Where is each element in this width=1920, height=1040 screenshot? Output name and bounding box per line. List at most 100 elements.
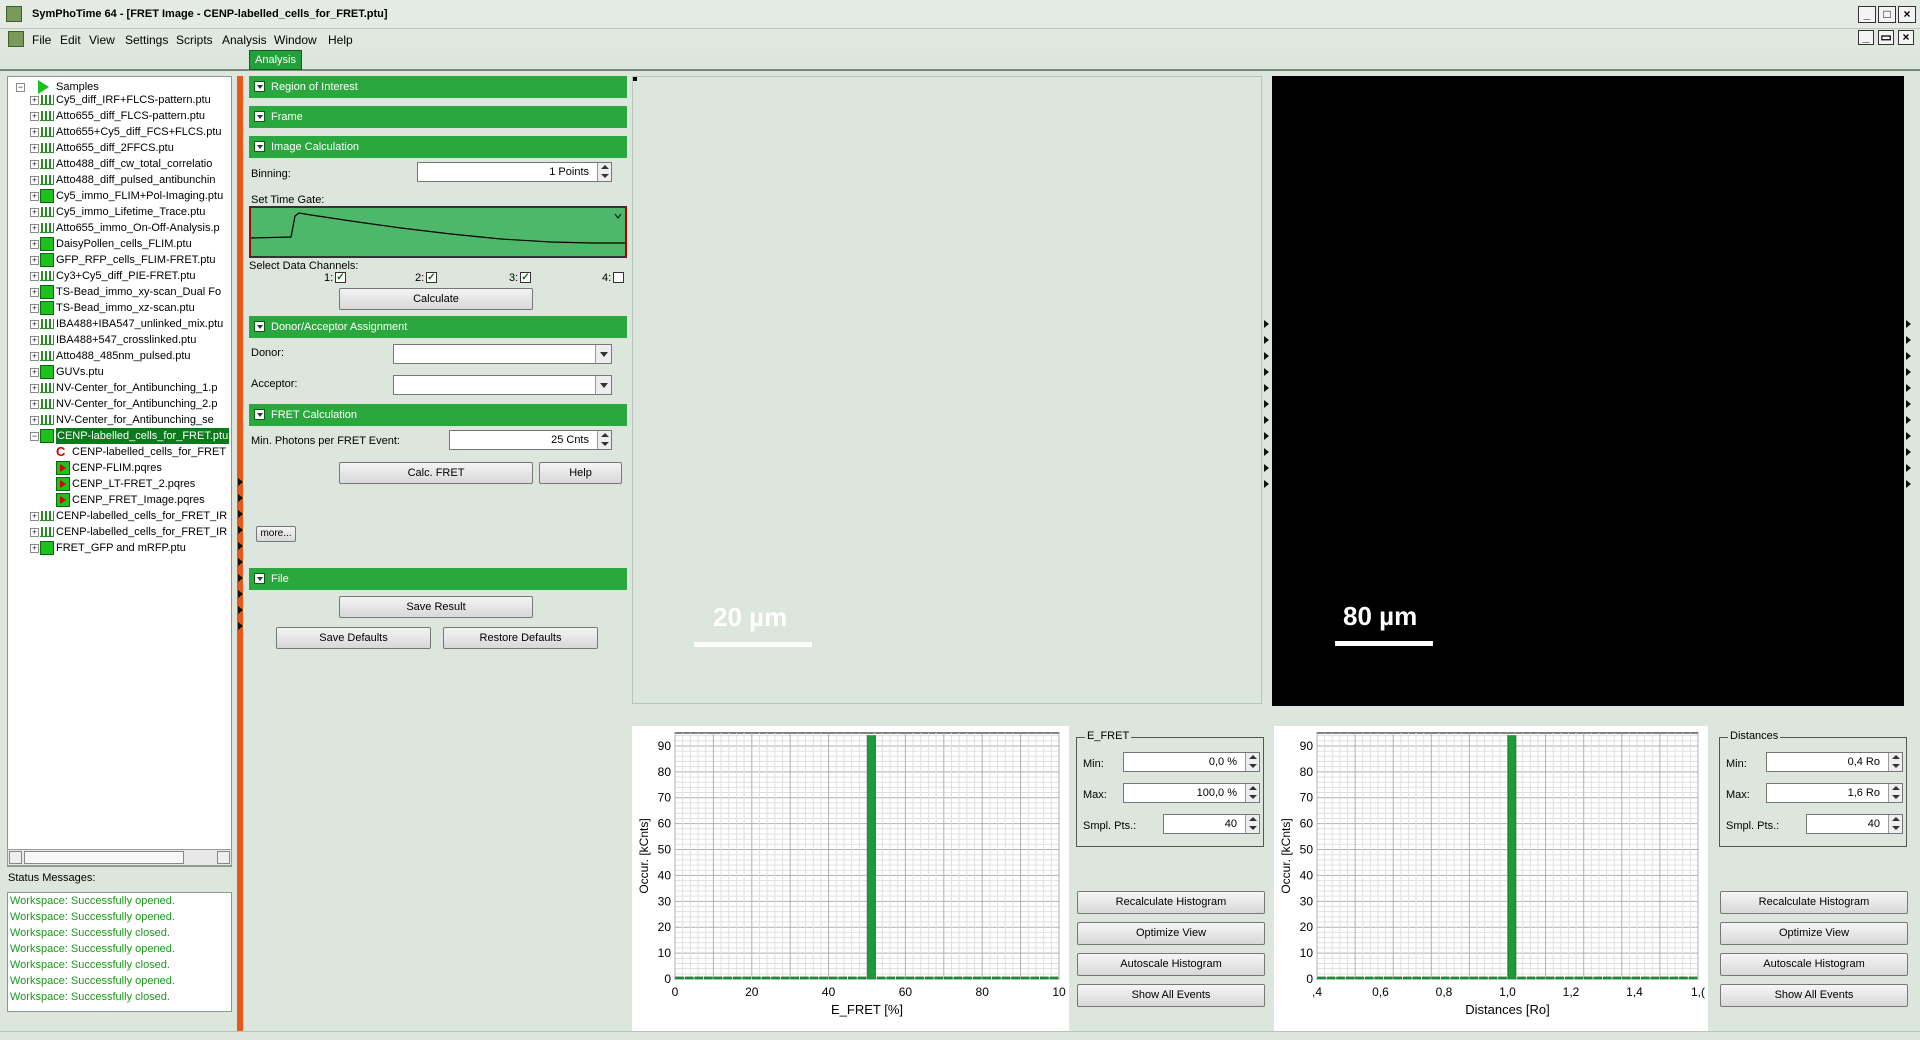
donor-select[interactable] [393,344,612,364]
collapse-toggle-icon[interactable] [254,111,265,122]
chevron-right-icon[interactable] [1906,464,1911,472]
spinner-arrows-icon[interactable] [1245,784,1259,802]
expand-icon[interactable]: + [30,256,39,265]
chevron-right-icon[interactable] [1264,368,1269,376]
chevron-right-icon[interactable] [1264,448,1269,456]
menu-window[interactable]: Window [270,31,321,49]
channel-4-checkbox[interactable] [613,272,624,283]
calc-fret-button[interactable]: Calc. FRET [339,462,533,484]
tree-item[interactable]: + FRET_GFP and mRFP.ptu [12,540,231,556]
channel-2-checkbox[interactable]: ✓ [426,272,437,283]
maximize-button[interactable]: □ [1878,6,1896,23]
chevron-right-icon[interactable] [1906,432,1911,440]
tab-analysis[interactable]: Analysis [249,50,302,70]
tree-item[interactable]: + Cy5_diff_IRF+FLCS-pattern.ptu [12,92,231,108]
tree-item[interactable]: CENP_FRET_Image.pqres [12,492,231,508]
chevron-right-icon[interactable] [238,558,243,566]
minimize-button[interactable]: _ [1858,6,1876,23]
splitter-bar[interactable] [237,76,243,1031]
menu-edit[interactable]: Edit [56,31,85,49]
expand-icon[interactable]: + [30,288,39,297]
tree-item[interactable]: CENP_LT-FRET_2.pqres [12,476,231,492]
tree-item[interactable]: + Atto488_diff_cw_total_correlatio [12,156,231,172]
scroll-left-icon[interactable] [9,851,22,864]
expand-icon[interactable]: + [30,272,39,281]
tree-item[interactable]: + Cy5_immo_FLIM+Pol-Imaging.ptu [12,188,231,204]
binning-spinner[interactable]: 1 Points [417,162,612,182]
spinner-arrows-icon[interactable] [1245,815,1259,833]
document-icon[interactable] [8,31,24,47]
chevron-right-icon[interactable] [238,494,243,502]
tree-item[interactable]: + CENP-labelled_cells_for_FRET_IR [12,524,231,540]
chevron-right-icon[interactable] [1264,352,1269,360]
chevron-right-icon[interactable] [1264,400,1269,408]
fret-image-view[interactable]: 20 µm [632,76,1262,704]
scroll-right-icon[interactable] [217,851,230,864]
mdi-minimize-button[interactable]: _ [1858,30,1874,45]
channel-3-checkbox[interactable]: ✓ [520,272,531,283]
tree-item[interactable]: CENP-FLIM.pqres [12,460,231,476]
restore-defaults-button[interactable]: Restore Defaults [443,627,598,649]
save-result-button[interactable]: Save Result [339,596,533,618]
expand-icon[interactable]: + [30,160,39,169]
app-icon[interactable] [6,6,22,22]
tree-item[interactable]: + TS-Bead_immo_xz-scan.ptu [12,300,231,316]
section-image-calculation[interactable]: Image Calculation [249,136,627,158]
spinner-arrows-icon[interactable] [1245,753,1259,771]
dist-optimize-button[interactable]: Optimize View [1720,922,1908,945]
expand-icon[interactable]: + [30,112,39,121]
collapse-icon[interactable]: − [16,83,25,92]
spinner-arrows-icon[interactable] [1888,815,1902,833]
collapse-toggle-icon[interactable] [254,81,265,92]
chevron-right-icon[interactable] [238,622,243,630]
tree-item[interactable]: + Atto655+Cy5_diff_FCS+FLCS.ptu [12,124,231,140]
chevron-right-icon[interactable] [238,574,243,582]
menu-scripts[interactable]: Scripts [172,31,217,49]
chevron-right-icon[interactable] [1906,336,1911,344]
tree-item[interactable]: + IBA488+IBA547_unlinked_mix.ptu [12,316,231,332]
tree-item[interactable]: + NV-Center_for_Antibunching_2.p [12,396,231,412]
min-photons-spinner[interactable]: 25 Cnts [449,430,612,450]
tree-item[interactable]: + TS-Bead_immo_xy-scan_Dual Fo [12,284,231,300]
menu-analysis[interactable]: Analysis [218,31,271,49]
expand-icon[interactable]: + [30,224,39,233]
channel-1-checkbox[interactable]: ✓ [335,272,346,283]
expand-icon[interactable]: + [30,208,39,217]
intensity-image-view[interactable]: 80 µm [1272,76,1904,706]
chevron-right-icon[interactable] [238,542,243,550]
efret-smpl-spinner[interactable]: 40 [1163,814,1260,834]
tree-item[interactable]: + Cy5_immo_Lifetime_Trace.ptu [12,204,231,220]
expand-icon[interactable]: + [30,384,39,393]
section-donor-acceptor[interactable]: Donor/Acceptor Assignment [249,316,627,338]
expand-icon[interactable]: + [30,336,39,345]
menu-view[interactable]: View [85,31,119,49]
tree-item[interactable]: + NV-Center_for_Antibunching_se [12,412,231,428]
tree-item[interactable]: + Atto488_485nm_pulsed.ptu [12,348,231,364]
dist-show-all-button[interactable]: Show All Events [1720,984,1908,1007]
chevron-right-icon[interactable] [1264,336,1269,344]
menu-settings[interactable]: Settings [121,31,172,49]
chevron-right-icon[interactable] [238,606,243,614]
calculate-button[interactable]: Calculate [339,288,533,310]
tree-item[interactable]: + GFP_RFP_cells_FLIM-FRET.ptu [12,252,231,268]
dist-smpl-spinner[interactable]: 40 [1806,814,1903,834]
chevron-right-icon[interactable] [1264,432,1269,440]
tree-item[interactable]: + Atto488_diff_pulsed_antibunchin [12,172,231,188]
collapse-toggle-icon[interactable] [254,321,265,332]
tree-item[interactable]: + Atto655_diff_2FFCS.ptu [12,140,231,156]
workspace-tree[interactable]: − Samples + Cy5_diff_IRF+FLCS-pattern.ptu… [7,76,232,867]
chevron-right-icon[interactable] [238,590,243,598]
collapse-toggle-icon[interactable] [254,409,265,420]
dist-autoscale-button[interactable]: Autoscale Histogram [1720,953,1908,976]
dist-min-spinner[interactable]: 0,4 Ro [1766,752,1903,772]
chevron-down-icon[interactable] [595,345,611,363]
time-gate-plot[interactable] [249,206,627,258]
collapse-toggle-icon[interactable] [254,573,265,584]
menu-help[interactable]: Help [324,31,357,49]
chevron-right-icon[interactable] [1906,400,1911,408]
chevron-right-icon[interactable] [1264,320,1269,328]
tree-item[interactable]: − CENP-labelled_cells_for_FRET.ptu [12,428,231,444]
expand-icon[interactable]: + [30,320,39,329]
section-fret-calculation[interactable]: FRET Calculation [249,404,627,426]
efret-recalculate-button[interactable]: Recalculate Histogram [1077,891,1265,914]
